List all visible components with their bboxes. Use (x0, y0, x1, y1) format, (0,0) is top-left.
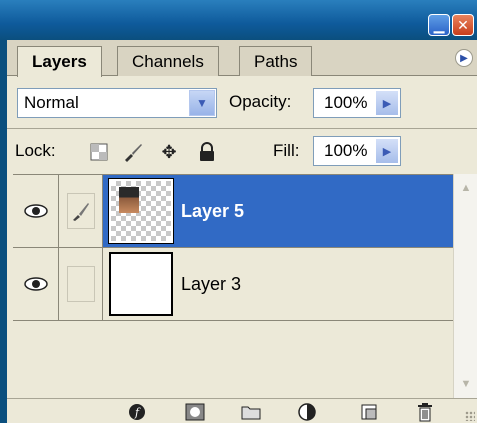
window-titlebar: ▁ ✕ (0, 0, 477, 40)
new-group-icon[interactable] (239, 402, 263, 422)
brush-icon (66, 193, 95, 229)
adjustment-layer-icon[interactable] (295, 402, 319, 422)
lock-all-icon[interactable] (195, 140, 219, 164)
eye-icon[interactable] (13, 248, 59, 320)
delete-layer-icon[interactable] (413, 402, 437, 422)
layers-panel: Channels Paths Layers ▶ Normal ▼ Opacity… (7, 40, 477, 423)
lock-transparent-icon[interactable] (87, 140, 111, 164)
tab-bar: Channels Paths Layers ▶ (7, 40, 477, 77)
empty-link-box (66, 266, 95, 302)
eye-icon[interactable] (13, 175, 59, 247)
layer-thumbnail[interactable] (108, 178, 174, 244)
tab-layers[interactable]: Layers (17, 46, 102, 77)
fill-label: Fill: (273, 141, 300, 160)
fill-value: 100% (324, 141, 368, 160)
opacity-field[interactable]: 100% ▶ (313, 88, 401, 118)
fill-slider-arrow-icon[interactable]: ▶ (376, 139, 398, 163)
panel-menu-icon[interactable]: ▶ (455, 49, 473, 67)
tab-channels[interactable]: Channels (117, 46, 219, 76)
minimize-icon[interactable]: ▁ (428, 14, 450, 36)
scroll-up-icon[interactable]: ▲ (456, 178, 476, 198)
layers-list: Layer 5 Layer 3 (13, 174, 453, 398)
chevron-down-icon[interactable]: ▼ (189, 90, 215, 116)
layer-row[interactable]: Layer 5 (13, 175, 453, 248)
layer-name[interactable]: Layer 5 (181, 175, 244, 247)
layers-bottom-bar: f (7, 398, 477, 423)
divider (7, 128, 477, 129)
lock-image-icon[interactable] (121, 140, 145, 164)
opacity-label: Opacity: (229, 92, 292, 111)
layer-link-cell[interactable] (59, 248, 103, 320)
lock-label: Lock: (15, 141, 56, 160)
layer-thumbnail[interactable] (109, 252, 173, 316)
scroll-down-icon[interactable]: ▼ (456, 374, 476, 394)
opacity-value: 100% (324, 93, 368, 112)
add-mask-icon[interactable] (183, 402, 207, 422)
add-layer-style-icon[interactable]: f (125, 402, 149, 422)
blend-mode-select[interactable]: Normal ▼ (17, 88, 217, 118)
layer-row[interactable]: Layer 3 (13, 248, 453, 321)
new-layer-icon[interactable] (357, 402, 381, 422)
resize-grip[interactable] (465, 411, 475, 421)
close-icon[interactable]: ✕ (452, 14, 474, 36)
blend-mode-value: Normal (24, 93, 79, 112)
layer-brush-link[interactable] (59, 175, 103, 247)
layers-scrollbar[interactable]: ▲ ▼ (453, 174, 477, 398)
opacity-slider-arrow-icon[interactable]: ▶ (376, 91, 398, 115)
thumbnail-image (119, 187, 139, 213)
fill-field[interactable]: 100% ▶ (313, 136, 401, 166)
lock-position-icon[interactable]: ✥ (157, 140, 181, 164)
tab-paths[interactable]: Paths (239, 46, 313, 76)
layer-name[interactable]: Layer 3 (181, 248, 241, 320)
